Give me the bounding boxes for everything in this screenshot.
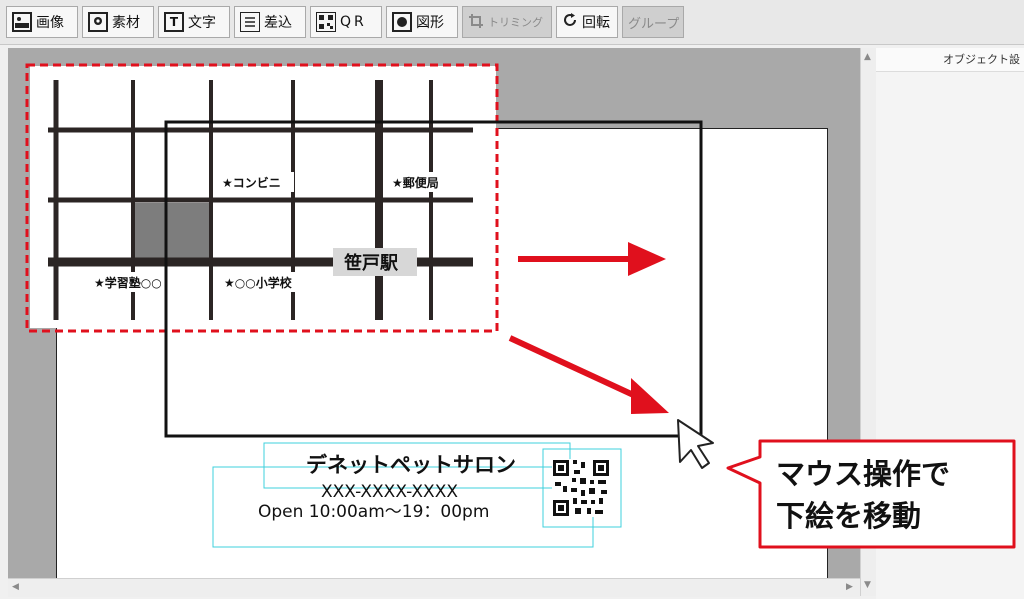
horizontal-scrollbar[interactable]: ◀ ▶ bbox=[8, 578, 860, 597]
left-edge bbox=[0, 48, 8, 599]
group-button[interactable]: グループ bbox=[622, 6, 684, 38]
rotate-button-label: 回転 bbox=[582, 15, 610, 31]
panel-title: オブジェクト設 bbox=[876, 48, 1024, 72]
text-button[interactable]: T 文字 bbox=[158, 6, 230, 38]
merge-icon bbox=[240, 12, 260, 32]
canvas-workspace[interactable] bbox=[8, 48, 862, 594]
rotate-button[interactable]: 回転 bbox=[556, 6, 618, 38]
material-icon bbox=[88, 12, 108, 32]
object-settings-panel: オブジェクト設 bbox=[876, 48, 1024, 599]
qr-button-label: QR bbox=[340, 14, 367, 30]
image-button-label: 画像 bbox=[36, 15, 64, 31]
qr-icon bbox=[316, 12, 336, 32]
rotate-icon bbox=[562, 12, 578, 32]
crop-icon bbox=[468, 13, 484, 32]
crop-button-label: トリミング bbox=[488, 16, 543, 29]
image-button[interactable]: 画像 bbox=[6, 6, 78, 38]
vertical-scrollbar[interactable]: ▲ ▼ bbox=[860, 48, 877, 596]
material-button-label: 素材 bbox=[112, 15, 140, 31]
material-button[interactable]: 素材 bbox=[82, 6, 154, 38]
text-button-label: 文字 bbox=[188, 15, 216, 31]
shape-icon bbox=[392, 12, 412, 32]
image-icon bbox=[12, 12, 32, 32]
merge-button-label: 差込 bbox=[264, 15, 292, 31]
shape-button-label: 図形 bbox=[416, 15, 444, 31]
scroll-left-icon[interactable]: ◀ bbox=[12, 582, 19, 592]
scroll-up-icon[interactable]: ▲ bbox=[864, 52, 871, 62]
shape-button[interactable]: 図形 bbox=[386, 6, 458, 38]
scroll-down-icon[interactable]: ▼ bbox=[864, 580, 871, 590]
scroll-right-icon[interactable]: ▶ bbox=[846, 582, 853, 592]
toolbar: 画像 素材 T 文字 差込 QR 図形 トリミング 回転 グループ bbox=[0, 0, 1024, 45]
card-canvas[interactable] bbox=[56, 128, 828, 594]
text-icon: T bbox=[164, 12, 184, 32]
merge-button[interactable]: 差込 bbox=[234, 6, 306, 38]
crop-button[interactable]: トリミング bbox=[462, 6, 552, 38]
group-button-label: グループ bbox=[628, 16, 680, 32]
qr-button[interactable]: QR bbox=[310, 6, 382, 38]
